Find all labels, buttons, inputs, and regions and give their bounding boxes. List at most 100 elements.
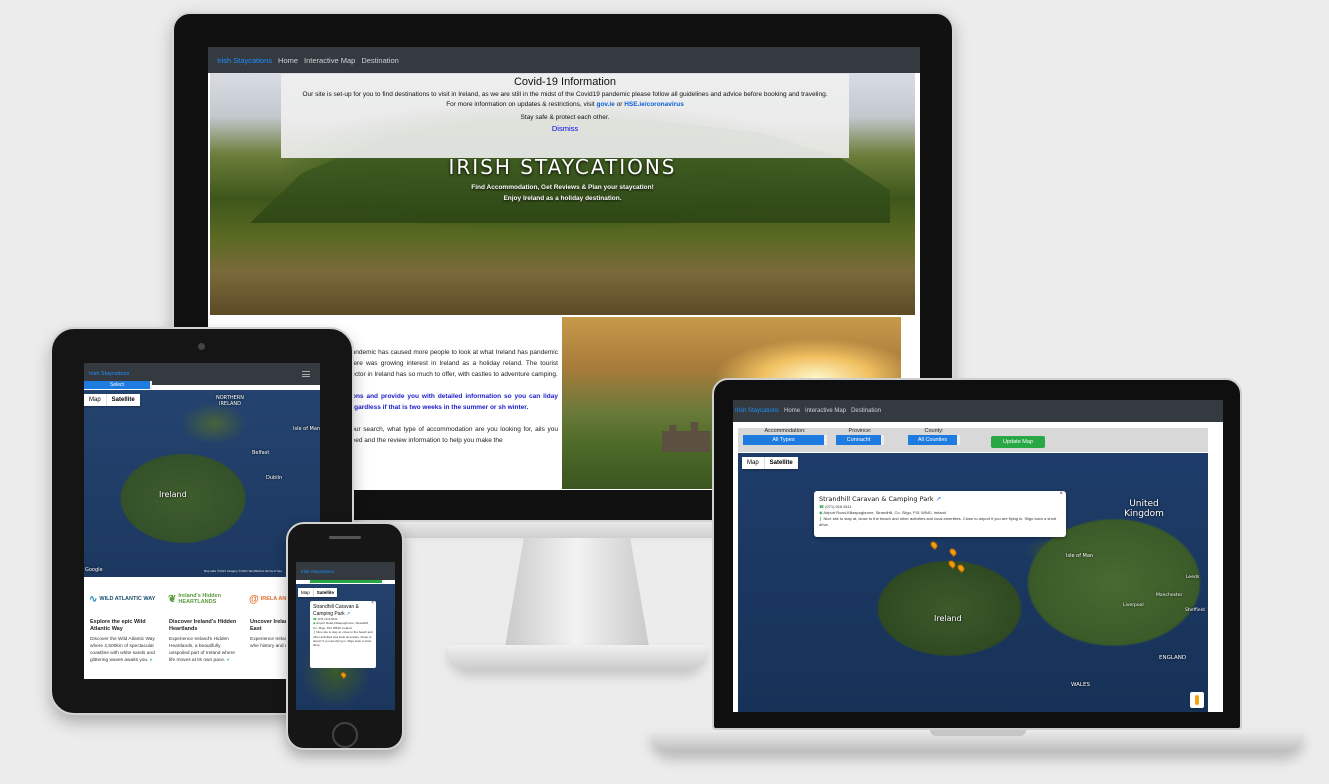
county-label: County:	[924, 428, 944, 434]
hidden-heartlands-logo: ❦ Ireland's Hidden HEARTLANDS	[168, 585, 241, 613]
gov-ie-link[interactable]: gov.ie	[596, 101, 614, 108]
popup-address-text: Airport Road,Killaspugbrone, Strandhill,…	[823, 510, 946, 515]
waves-icon: ∿	[89, 593, 98, 605]
map-label-ireland: Ireland	[934, 614, 962, 623]
laptop-notch	[930, 730, 1026, 736]
map-info-popup: Strandhill Caravan & Camping Park ↗ ☎ (0…	[814, 491, 1066, 537]
map-label-isle-of-man: Isle of Man	[293, 426, 320, 432]
covid-text: Our site is set-up for you to find desti…	[302, 91, 828, 98]
intro-paragraph-1: pandemic has caused more people to look …	[348, 349, 558, 378]
nav-brand[interactable]: Irish Staycations	[89, 371, 129, 377]
accommodation-select[interactable]: All Types	[743, 435, 827, 445]
nav-home[interactable]: Home	[784, 408, 800, 414]
intro-paragraph-2: tions and provide you with detailed info…	[348, 393, 558, 411]
accommodation-label: Accommodation:	[764, 428, 806, 434]
card-description-text: Experience Ireland's Hidden Heartlands, …	[169, 637, 235, 663]
card-description: Experience Ireland's Hidden Heartlands, …	[169, 636, 235, 664]
map-marker[interactable]	[956, 563, 966, 573]
close-icon[interactable]: ×	[1059, 491, 1063, 497]
filter-select[interactable]: Select	[84, 381, 152, 389]
map-label-northern-ireland: NORTHERN IRELAND	[216, 395, 244, 407]
interactive-map[interactable]: Map Satellite NORTHERN IRELAND Ireland I…	[84, 390, 320, 577]
map-label-leeds: Leeds	[1186, 575, 1200, 580]
map-label-dublin: Dublin	[266, 475, 283, 481]
accommodation-filter: Accommodation: All Types	[743, 428, 827, 445]
ancient-east-icon: @	[249, 593, 259, 605]
wild-atlantic-way-logo: ∿ WILD ATLANTIC WAY	[89, 585, 162, 613]
popup-title-text: Strandhill Caravan & Camping Park	[819, 495, 934, 503]
popup-description-text: Nice site to stay at, close to the beach…	[313, 630, 373, 648]
nav-destination[interactable]: Destination	[851, 408, 881, 414]
hero-title: IRISH STAYCATIONS	[448, 155, 677, 179]
desktop-monitor-stand	[504, 538, 650, 648]
phone-speaker	[329, 536, 361, 539]
map-type-satellite-button[interactable]: Satellite	[312, 588, 337, 597]
nav-brand[interactable]: Irish Staycations	[217, 56, 272, 65]
tablet-camera	[198, 343, 205, 350]
map-marker[interactable]	[947, 559, 957, 569]
covid-links-line: For more information on updates & restri…	[281, 100, 849, 110]
map-label-ireland: Ireland	[159, 490, 187, 499]
popup-phone-text: (071) 916 8111	[317, 617, 338, 621]
update-map-button[interactable]: Update Map	[991, 436, 1045, 448]
navbar: Irish Staycations Home Interactive Map D…	[208, 47, 920, 73]
province-select[interactable]: Connacht	[836, 435, 884, 445]
map-marker[interactable]	[948, 547, 958, 557]
map-label-liverpool: Liverpool	[1123, 603, 1144, 608]
popup-address: ◉ Airport Road,Killaspugbrone, Strandhil…	[313, 621, 373, 630]
interactive-map[interactable]: Map Satellite United Kingdom Ireland Isl…	[738, 453, 1208, 712]
map-type-map-button[interactable]: Map	[742, 457, 764, 469]
popup-address-text: Airport Road,Killaspugbrone, Strandhill,…	[313, 621, 369, 630]
hidden-heartlands-logo-text: Ireland's Hidden HEARTLANDS	[178, 593, 221, 605]
nav-brand[interactable]: Irish Staycations	[301, 569, 334, 574]
hamburger-menu-icon[interactable]	[302, 371, 310, 377]
close-icon[interactable]: ×	[371, 600, 374, 606]
card-wild-atlantic-way: ∿ WILD ATLANTIC WAY Explore the epic Wild…	[84, 577, 162, 664]
card-title: Explore the epic Wild Atlantic Way	[90, 619, 146, 632]
popup-title: Strandhill Caravan & Camping Park ↗	[313, 604, 373, 617]
hero-subtitle-2: Enjoy Ireland as a holiday destination.	[503, 195, 622, 202]
nav-destination[interactable]: Destination	[361, 56, 399, 65]
location-pin-icon: ◉	[819, 510, 823, 515]
street-view-pegman-icon[interactable]	[1190, 692, 1204, 708]
map-attribution: Map data ©2021 Imagery ©2021 TerraMetric…	[204, 570, 282, 573]
nav-home[interactable]: Home	[278, 56, 298, 65]
map-type-satellite-button[interactable]: Satellite	[763, 457, 798, 469]
chevron-down-icon[interactable]: »	[227, 658, 230, 663]
hero-subtitle: Find Accommodation, Get Reviews & Plan y…	[471, 184, 654, 191]
external-link-icon[interactable]: ↗	[936, 495, 941, 503]
covid-stay-safe: Stay safe & protect each other.	[520, 114, 610, 121]
county-select[interactable]: All Counties	[908, 435, 960, 445]
popup-phone-text: (071) 916 8111	[825, 504, 852, 509]
desktop-monitor-base	[448, 645, 706, 671]
external-link-icon[interactable]: ↗	[346, 611, 350, 617]
map-type-control: Map Satellite	[298, 588, 338, 597]
map-marker[interactable]	[929, 540, 939, 550]
nav-interactive-map[interactable]: Interactive Map	[304, 56, 355, 65]
popup-description: ❙ Nice site to stay at, close to the bea…	[819, 516, 1061, 528]
map-label-wales: WALES	[1071, 682, 1090, 688]
interactive-map[interactable]: Map Satellite Strandhill Caravan & Campi…	[296, 584, 395, 710]
province-filter: Province: Connacht	[836, 428, 884, 445]
map-label-manchester: Manchester	[1156, 593, 1183, 598]
popup-title: Strandhill Caravan & Camping Park ↗	[819, 495, 1061, 504]
navbar: Irish Staycations	[296, 562, 395, 580]
nav-interactive-map[interactable]: Interactive Map	[805, 408, 846, 414]
chevron-down-icon[interactable]: »	[150, 658, 153, 663]
update-map-bar[interactable]	[310, 580, 382, 583]
map-label-belfast: Belfast	[252, 450, 270, 456]
card-description-text: Discover the Wild Atlantic Way where 2,5…	[90, 637, 155, 663]
map-type-map-button[interactable]: Map	[298, 588, 313, 597]
castle-silhouette	[662, 422, 710, 452]
nav-brand[interactable]: Irish Staycations	[735, 408, 779, 414]
map-label-sheffield: Sheffield	[1185, 608, 1205, 613]
map-marker[interactable]	[339, 671, 348, 679]
map-type-map-button[interactable]: Map	[84, 394, 106, 406]
covid-links-prefix: For more information on updates & restri…	[446, 101, 595, 108]
map-type-satellite-button[interactable]: Satellite	[105, 394, 140, 406]
intro-text: pandemic has caused more people to look …	[348, 347, 558, 446]
dismiss-button[interactable]: Dismiss	[281, 124, 849, 133]
map-info-popup: Strandhill Caravan & Camping Park ↗ ☎ (0…	[310, 600, 376, 668]
info-icon: ❙	[819, 516, 823, 521]
hse-link[interactable]: HSE.ie/coronavirus	[624, 101, 684, 108]
